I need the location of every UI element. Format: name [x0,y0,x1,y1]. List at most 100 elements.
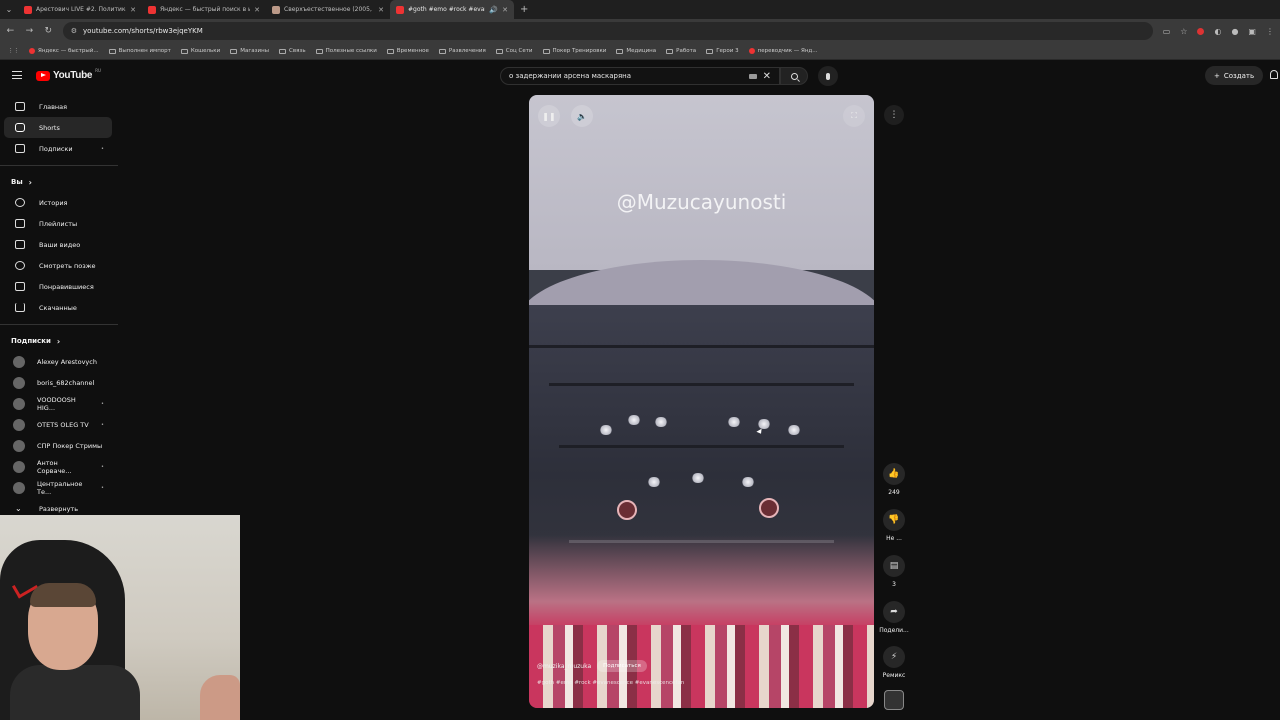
sidebar-item-shorts[interactable]: Shorts [4,117,112,138]
sidebar-item-subscription[interactable]: VOODOOSH HIG... • [4,393,112,414]
fullscreen-button[interactable]: ⛶ [843,105,865,127]
sidebar-item-history[interactable]: История [4,192,112,213]
remix-button[interactable]: ⚡ Ремикс [876,646,912,679]
sidebar-item-watch-later[interactable]: Смотреть позже [4,255,112,276]
bookmark-folder[interactable]: Соц Сети [495,48,533,54]
notifications-bell-icon[interactable] [1270,70,1278,79]
tab-close-icon[interactable]: ✕ [254,6,260,14]
bookmark-folder[interactable]: Полезные ссылки [315,48,377,54]
reload-icon[interactable]: ↻ [44,26,53,36]
pause-button[interactable]: ❚❚ [538,105,560,127]
bookmark-folder[interactable]: Развлечения [438,48,486,54]
channel-avatar [13,376,25,389]
browser-tab[interactable]: Арестович LIVE #2. Политика ✕ [18,0,142,19]
bookmark-folder[interactable]: Связь [279,48,306,54]
bookmark-folder[interactable]: Магазины [230,48,269,54]
create-button[interactable]: + Создать [1205,66,1264,85]
sidebar-item-subscription[interactable]: СПР Покер Стримы [4,435,112,456]
subscriptions-icon [15,144,25,153]
search-icon [790,72,798,80]
sidebar-heading-you[interactable]: Вы › [0,172,118,192]
dislike-button[interactable]: 👎 Не ... [876,509,912,542]
sidebar-item-subscription[interactable]: boris_682channel [4,372,112,393]
bookmarks-bar: ⋮⋮ Яндекс — быстрый... Выполнен импорт К… [0,43,1280,60]
bookmark-item[interactable]: Яндекс — быстрый... [29,48,99,54]
new-tab-icon[interactable]: + [520,4,528,15]
bookmark-folder[interactable]: Медицина [616,48,656,54]
sidebar-heading-subscriptions[interactable]: Подписки › [0,331,118,351]
like-button[interactable]: 👍 249 [876,463,912,496]
video-hashtags[interactable]: #goth #emo #rock #evanescence #evanescen… [537,680,866,686]
tab-search-icon[interactable]: ⌄ [0,0,18,19]
watch-later-icon [15,261,25,270]
sidebar-item-subscription[interactable]: OTETS OLEG TV • [4,414,112,435]
browser-tab[interactable]: Сверхъестественное (2005, се ✕ [266,0,390,19]
sidebar-item-your-videos[interactable]: Ваши видео [4,234,112,255]
sidebar: Главная Shorts Подписки • Вы › История П… [0,96,118,519]
folder-icon [180,48,188,54]
bookmark-star-icon[interactable]: ☆ [1180,27,1187,36]
channel-avatar [13,439,25,452]
bookmark-folder[interactable]: Кошельки [180,48,220,54]
browser-tab[interactable]: Яндекс — быстрый поиск в ин ✕ [142,0,266,19]
channel-avatar [13,418,25,431]
extensions-puzzle-icon[interactable]: ▣ [1248,27,1256,36]
clear-search-icon[interactable]: ✕ [763,71,771,82]
tab-close-icon[interactable]: ✕ [378,6,384,14]
fullscreen-icon: ⛶ [851,111,857,120]
logo-region: RU [95,68,101,73]
browser-tab-active[interactable]: #goth #emo #rock #evanesc 🔊 ✕ [390,0,514,19]
comments-button[interactable]: ▤ 3 [876,555,912,588]
sidebar-item-subscriptions[interactable]: Подписки • [4,138,112,159]
voice-search-button[interactable] [818,66,838,86]
sidebar-item-playlists[interactable]: Плейлисты [4,213,112,234]
shorts-icon [15,123,25,132]
sidebar-item-home[interactable]: Главная [4,96,112,117]
shorts-video-player[interactable]: @Muzucayunosti ❚❚ 🔈 ⛶ @muzika_muzuka Под… [529,95,874,708]
more-options-button[interactable]: ⋮ [884,105,904,125]
sound-thumbnail[interactable] [884,690,904,710]
search-button[interactable] [780,67,808,85]
menu-icon[interactable]: ⋮ [1266,27,1274,36]
forward-icon[interactable]: → [25,26,34,36]
tab-audio-icon[interactable]: 🔊 [489,6,498,14]
sidebar-item-subscription[interactable]: Alexey Arestovych [4,351,112,372]
folder-icon [279,48,287,54]
sidebar-item-subscription[interactable]: Центральное Те... • [4,477,112,498]
extension-icon[interactable] [1197,27,1205,35]
folder-icon [616,48,624,54]
share-button[interactable]: ➦ Подели... [876,601,912,634]
channel-name[interactable]: @muzika_muzuka [537,663,591,670]
address-bar[interactable]: ⚙ youtube.com/shorts/rbw3ejqeYKM [62,22,1153,40]
bookmark-folder[interactable]: Герои 3 [706,48,739,54]
bookmark-folder[interactable]: Временное [386,48,429,54]
extension-icon[interactable]: ● [1231,27,1238,36]
tab-close-icon[interactable]: ✕ [130,6,136,14]
tab-favicon-icon [24,5,32,14]
site-info-icon[interactable]: ⚙ [71,27,77,35]
search-input[interactable]: о задержании арсена маскаряна ✕ [500,67,780,85]
bookmark-item[interactable]: переводчик — Янд... [748,48,817,54]
menu-hamburger-icon[interactable] [12,71,22,79]
sidebar-item-liked[interactable]: Понравившиеся [4,276,112,297]
tab-title: Сверхъестественное (2005, се [284,6,375,13]
folder-icon [666,48,674,54]
cast-icon[interactable]: ▭ [1163,27,1171,36]
apps-icon[interactable]: ⋮⋮ [8,48,19,54]
microphone-icon [826,72,830,80]
folder-icon [386,48,394,54]
plus-icon: + [1214,71,1220,80]
keyboard-icon[interactable] [748,73,757,79]
tab-close-icon[interactable]: ✕ [502,6,508,14]
back-icon[interactable]: ← [6,26,15,36]
bookmark-folder[interactable]: Покер Тренировки [542,48,606,54]
volume-button[interactable]: 🔈 [571,105,593,127]
youtube-logo[interactable]: YouTube RU [36,68,101,81]
sidebar-item-downloads[interactable]: Скачанные [4,297,112,318]
bookmark-folder[interactable]: Работа [666,48,696,54]
extension-icon[interactable]: ◐ [1214,27,1221,36]
bookmark-folder[interactable]: Выполнен импорт [108,48,171,54]
channel-avatar [13,460,25,473]
subscribe-button[interactable]: Подписаться [597,660,647,672]
sidebar-item-subscription[interactable]: Антон Сорвачe... • [4,456,112,477]
